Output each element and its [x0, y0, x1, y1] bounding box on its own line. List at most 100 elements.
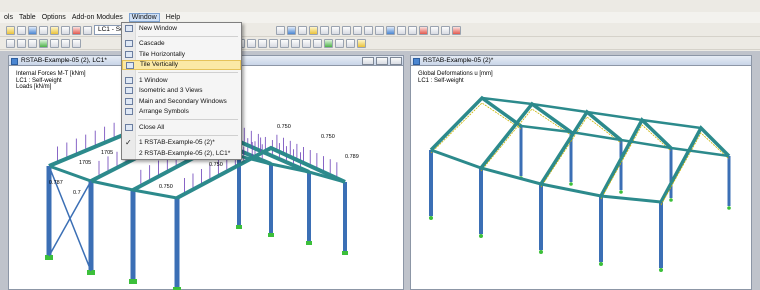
- menu-options[interactable]: Options: [42, 14, 66, 21]
- view-icon[interactable]: [17, 25, 26, 35]
- frame-icon[interactable]: [335, 38, 344, 48]
- menu-item-tile-horizontally[interactable]: Tile Horizontally: [122, 49, 241, 60]
- deform-icon[interactable]: [287, 25, 296, 35]
- menu-item-label: Arrange Symbols: [139, 108, 189, 116]
- right-window-title: RSTAB-Example-05 (2)*: [423, 57, 494, 64]
- arrange-icon: [124, 108, 133, 115]
- menu-item-1-rstab-example-05-2[interactable]: ✓ 1 RSTAB-Example-05 (2)*: [122, 138, 241, 149]
- paste-icon[interactable]: [72, 38, 81, 48]
- minimize-button[interactable]: [362, 57, 374, 65]
- restore-button[interactable]: [376, 57, 388, 65]
- menu-tools[interactable]: ols: [4, 14, 13, 21]
- smooth-icon[interactable]: [342, 25, 351, 35]
- cross-icon[interactable]: [419, 25, 428, 35]
- menu-table[interactable]: Table: [19, 14, 36, 21]
- menu-item-2-rstab-example-05-2-lc1[interactable]: 2 RSTAB-Example-05 (2), LC1*: [122, 148, 241, 159]
- reaction-icon[interactable]: [324, 38, 333, 48]
- render-icon[interactable]: [28, 25, 37, 35]
- support-icon: [129, 279, 137, 284]
- menu-item-new-window[interactable]: New Window: [122, 23, 241, 34]
- rafter-member: [429, 95, 523, 152]
- filter-icon[interactable]: [331, 25, 340, 35]
- result-value-label: 1705: [101, 150, 113, 156]
- support-icon: [599, 262, 603, 266]
- pan-icon[interactable]: [17, 38, 26, 48]
- animation-icon[interactable]: [353, 25, 362, 35]
- dimension-icon[interactable]: [441, 25, 450, 35]
- model-window-icon: [11, 57, 18, 65]
- section-icon[interactable]: [320, 25, 329, 35]
- result-value-label: 0.7: [73, 190, 81, 196]
- main-toolbar: LC1 - Self-weig: [0, 24, 760, 37]
- hinge-icon[interactable]: [397, 25, 406, 35]
- checkmark-icon: ✓: [125, 137, 132, 147]
- calc-icon[interactable]: [83, 25, 92, 35]
- measure-icon[interactable]: [50, 38, 59, 48]
- axis-z-icon[interactable]: [258, 38, 267, 48]
- cascade-icon: [124, 40, 133, 47]
- menu-item-close-all[interactable]: Close All: [122, 122, 241, 133]
- support-icon: [479, 234, 483, 238]
- result-value-label: 0.750: [159, 184, 173, 190]
- model-window-icon: [413, 57, 420, 65]
- result-value-label: 0.789: [345, 154, 359, 160]
- stop-icon[interactable]: [72, 25, 81, 35]
- menu-item-label: Tile Vertically: [140, 61, 179, 69]
- result-value-label: 0.750: [209, 162, 223, 168]
- support-icon: [236, 225, 242, 229]
- result-value-label: 0.787: [49, 180, 63, 186]
- rstab-application: ols Table Options Add-on Modules Window …: [0, 0, 760, 290]
- tile-horizontal-icon: [124, 50, 133, 58]
- copy-icon[interactable]: [61, 38, 70, 48]
- rotate-icon[interactable]: [430, 25, 439, 35]
- load-icon[interactable]: [452, 25, 461, 35]
- stress-icon[interactable]: [313, 38, 322, 48]
- zoom-icon[interactable]: [28, 38, 37, 48]
- mirror-icon[interactable]: [408, 25, 417, 35]
- menu-add-on-modules[interactable]: Add-on Modules: [72, 14, 123, 21]
- line-icon[interactable]: [364, 25, 373, 35]
- moment-icon[interactable]: [269, 38, 278, 48]
- menu-item-label: Main and Secondary Windows: [139, 97, 227, 105]
- support-icon: [669, 198, 673, 202]
- open-icon[interactable]: [6, 25, 15, 35]
- main-secondary-icon: [124, 97, 133, 105]
- results-icon[interactable]: [276, 25, 285, 35]
- menu-window[interactable]: Window: [128, 13, 160, 22]
- menu-item-cascade[interactable]: Cascade: [122, 39, 241, 50]
- print-icon[interactable]: [346, 38, 355, 48]
- normal-icon[interactable]: [302, 38, 311, 48]
- menu-item-label: 1 RSTAB-Example-05 (2)*: [139, 139, 215, 147]
- menu-item-1-window[interactable]: 1 Window: [122, 75, 241, 86]
- folder-icon[interactable]: [50, 25, 59, 35]
- menu-item-isometric-and-3-views[interactable]: Isometric and 3 Views: [122, 86, 241, 97]
- report-icon[interactable]: [357, 38, 366, 48]
- menu-item-tile-vertically[interactable]: Tile Vertically: [122, 59, 241, 70]
- check-icon[interactable]: [39, 38, 48, 48]
- values-icon[interactable]: [309, 25, 318, 35]
- menu-item-arrange-symbols[interactable]: Arrange Symbols: [122, 107, 241, 118]
- isometric-views-icon: [124, 87, 133, 94]
- grid-icon[interactable]: [39, 25, 48, 35]
- mdi-workspace: RSTAB-Example-05 (2), LC1* Internal Forc…: [0, 51, 760, 290]
- close-button[interactable]: [390, 57, 402, 65]
- node-icon[interactable]: [375, 25, 384, 35]
- torsion-icon[interactable]: [291, 38, 300, 48]
- menu-item-label: 1 Window: [139, 76, 168, 84]
- menu-item-main-and-secondary-windows[interactable]: Main and Secondary Windows: [122, 96, 241, 107]
- support-icon: [306, 241, 312, 245]
- right-model-window[interactable]: RSTAB-Example-05 (2)* Global Deformation…: [410, 55, 752, 290]
- right-structure-scene[interactable]: [411, 66, 753, 290]
- support-icon: [659, 268, 663, 272]
- table-icon[interactable]: [61, 25, 70, 35]
- result-value-label: 1705: [79, 160, 91, 166]
- select-icon[interactable]: [6, 38, 15, 48]
- axis-y-icon[interactable]: [247, 38, 256, 48]
- menu-help[interactable]: Help: [166, 14, 180, 21]
- right-window-titlebar[interactable]: RSTAB-Example-05 (2)*: [411, 56, 751, 66]
- support-icon[interactable]: [386, 25, 395, 35]
- left-window-title: RSTAB-Example-05 (2), LC1*: [21, 57, 107, 64]
- result-value-label: 0.750: [277, 124, 291, 130]
- shear-icon[interactable]: [280, 38, 289, 48]
- member-icon[interactable]: [298, 25, 307, 35]
